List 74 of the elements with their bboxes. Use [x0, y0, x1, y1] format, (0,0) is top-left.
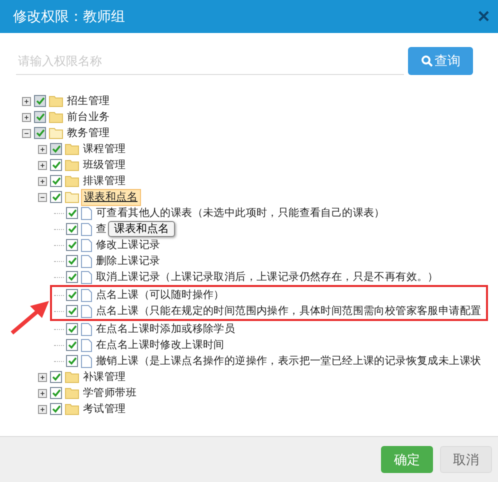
checkbox[interactable] [66, 289, 78, 301]
checkbox[interactable] [34, 127, 46, 139]
checkbox[interactable] [50, 403, 62, 415]
checkbox[interactable] [50, 143, 62, 155]
document-icon [81, 354, 92, 368]
document-icon [81, 338, 92, 352]
collapse-icon[interactable] [38, 192, 47, 202]
folder-icon [65, 387, 79, 399]
tree-item[interactable]: 班级管理 [81, 158, 128, 172]
checkbox[interactable] [66, 323, 78, 335]
folder-icon [65, 159, 79, 171]
collapse-icon[interactable] [22, 128, 31, 138]
checkbox[interactable] [50, 159, 62, 171]
document-icon [81, 304, 92, 318]
tree-item[interactable]: 查 [94, 222, 109, 236]
checkbox[interactable] [66, 271, 78, 283]
folder-icon [65, 403, 79, 415]
window-title: 修改权限：教师组 [13, 8, 125, 26]
expand-icon[interactable] [38, 372, 47, 382]
folder-icon [49, 127, 63, 139]
tree-item[interactable]: 课程管理 [81, 142, 128, 156]
checkbox[interactable] [66, 305, 78, 317]
folder-icon [65, 143, 79, 155]
checkbox[interactable] [66, 207, 78, 219]
expand-icon[interactable] [38, 404, 47, 414]
checkbox[interactable] [50, 175, 62, 187]
document-icon [81, 322, 92, 336]
folder-icon [65, 175, 79, 187]
tree-item[interactable]: 可查看其他人的课表（未选中此项时，只能查看自己的课表） [94, 206, 387, 220]
tree-item[interactable]: 在点名上课时添加或移除学员 [94, 322, 238, 336]
tree-item[interactable]: 删除上课记录 [94, 254, 162, 268]
expand-icon[interactable] [38, 176, 47, 186]
expand-icon[interactable] [38, 144, 47, 154]
tree-item[interactable]: 招生管理 [65, 94, 112, 108]
tree-item[interactable]: 点名上课（只能在规定的时间范围内操作，具体时间范围需向校管家客服申请配置 [94, 304, 484, 318]
document-icon [81, 238, 92, 252]
expand-icon[interactable] [22, 96, 31, 106]
folder-icon [49, 95, 63, 107]
tree-item[interactable]: 补课管理 [81, 370, 128, 384]
document-icon [81, 206, 92, 220]
folder-icon [65, 191, 79, 203]
checkbox[interactable] [50, 371, 62, 383]
search-icon [420, 55, 432, 67]
tree-item[interactable]: 考试管理 [81, 402, 128, 416]
checkbox[interactable] [50, 191, 62, 203]
document-icon [81, 254, 92, 268]
checkbox[interactable] [66, 255, 78, 267]
tree-item[interactable]: 排课管理 [81, 174, 128, 188]
expand-icon[interactable] [38, 388, 47, 398]
document-icon [81, 270, 92, 284]
expand-icon[interactable] [38, 160, 47, 170]
checkbox[interactable] [66, 223, 78, 235]
folder-icon [65, 371, 79, 383]
checkbox[interactable] [34, 111, 46, 123]
checkbox[interactable] [66, 355, 78, 367]
checkbox[interactable] [66, 339, 78, 351]
tree-item[interactable]: 教务管理 [65, 126, 112, 140]
checkbox[interactable] [34, 95, 46, 107]
document-icon [81, 288, 92, 302]
folder-icon [49, 111, 63, 123]
tree-item[interactable]: 前台业务 [65, 110, 112, 124]
tree-item[interactable]: 课表和点名 [81, 188, 141, 206]
checkbox[interactable] [66, 239, 78, 251]
cancel-button[interactable]: 取消 [440, 446, 492, 473]
tree-item[interactable]: 取消上课记录（上课记录取消后，上课记录仍然存在，只是不再有效。） [94, 270, 440, 284]
checkbox[interactable] [50, 387, 62, 399]
tooltip: 课表和点名 [108, 221, 175, 237]
tree-item[interactable]: 撤销上课（是上课点名操作的逆操作，表示把一堂已经上课的记录恢复成未上课状 [94, 354, 484, 368]
expand-icon[interactable] [22, 112, 31, 122]
tree-item[interactable]: 点名上课（可以随时操作） [94, 288, 226, 302]
tree-item[interactable]: 在点名上课时修改上课时间 [94, 338, 226, 352]
document-icon [81, 222, 92, 236]
tree-item[interactable]: 修改上课记录 [94, 238, 162, 252]
tree-item[interactable]: 学管师带班 [81, 386, 139, 400]
